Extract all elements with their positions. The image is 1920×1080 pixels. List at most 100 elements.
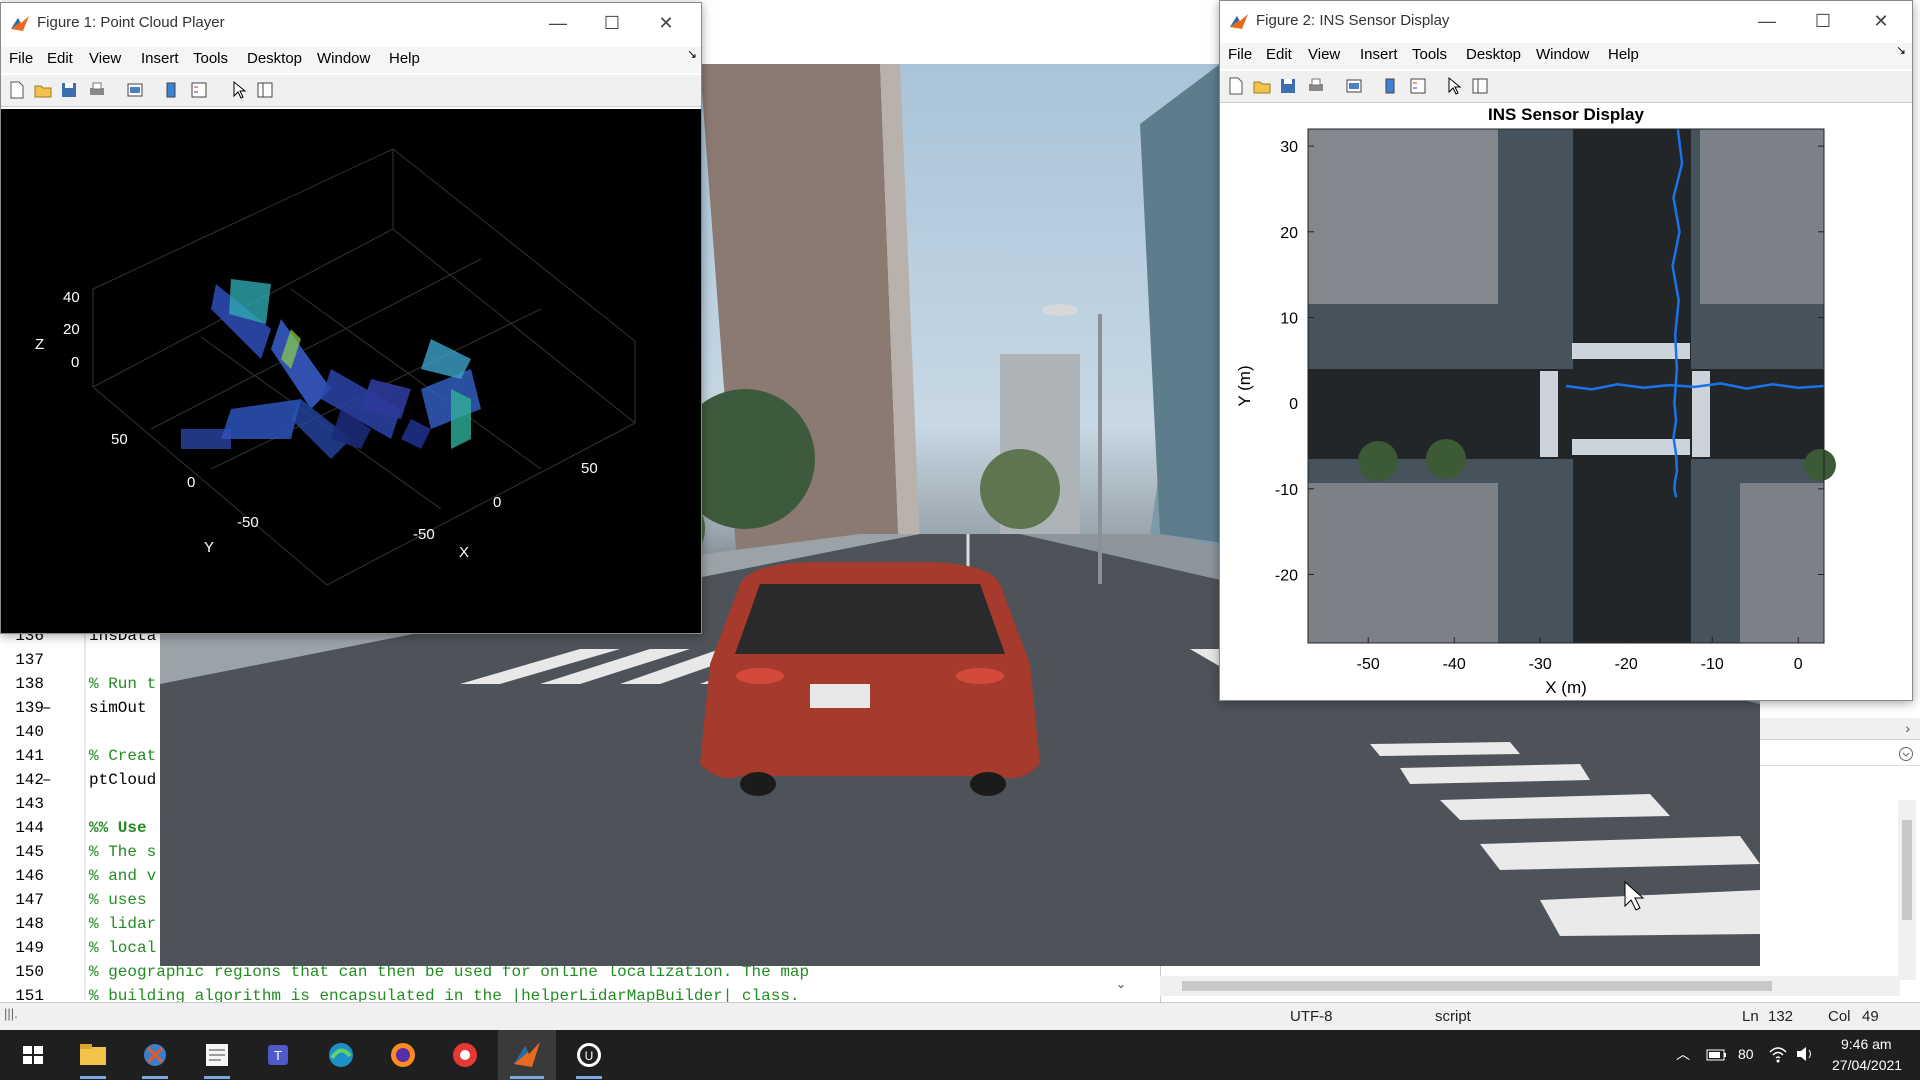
x-axis-label: X (m) — [1545, 678, 1587, 697]
status-bar: |||. UTF-8 script Ln 132 Col 49 — [0, 1002, 1920, 1030]
menu-file[interactable]: File — [1228, 46, 1252, 63]
matlab-taskbar-icon[interactable] — [498, 1030, 556, 1080]
pointer-icon[interactable] — [229, 80, 249, 100]
svg-text:U: U — [585, 1049, 594, 1063]
line-number: 139 — [15, 699, 44, 717]
notepad-icon[interactable] — [188, 1030, 246, 1080]
menu-tools[interactable]: Tools — [193, 50, 228, 67]
menu-desktop[interactable]: Desktop — [1466, 46, 1521, 63]
x-tick-0: 0 — [493, 494, 501, 511]
clock-date[interactable]: 27/04/2021 — [1832, 1057, 1902, 1073]
minimize-icon[interactable]: — — [535, 9, 581, 37]
chart-title: INS Sensor Display — [1488, 105, 1644, 124]
colorbar-icon[interactable] — [161, 80, 181, 100]
status-file-type: script — [1435, 1008, 1471, 1025]
menu-window[interactable]: Window — [317, 50, 370, 67]
line-number: 141 — [15, 747, 44, 765]
pointer-icon[interactable] — [1444, 76, 1464, 96]
edge-icon[interactable] — [312, 1030, 370, 1080]
firefox-icon[interactable] — [374, 1030, 432, 1080]
tree-center — [980, 449, 1060, 529]
volume-icon[interactable] — [1794, 1044, 1816, 1064]
menu-tools[interactable]: Tools — [1412, 46, 1447, 63]
colorbar-icon[interactable] — [1380, 76, 1400, 96]
panel-horizontal-scrollbar[interactable] — [1160, 976, 1900, 996]
teams-icon[interactable]: T — [250, 1030, 308, 1080]
save-icon[interactable] — [1278, 76, 1298, 96]
start-windows-icon[interactable] — [4, 1030, 62, 1080]
save-icon[interactable] — [59, 80, 79, 100]
z-tick-20: 20 — [63, 321, 80, 338]
menu-window[interactable]: Window — [1536, 46, 1589, 63]
dropdown-circle-icon[interactable] — [1898, 746, 1914, 762]
close-icon[interactable]: ✕ — [643, 9, 689, 37]
print-icon[interactable] — [87, 80, 107, 100]
open-icon[interactable] — [33, 80, 53, 100]
menu-edit[interactable]: Edit — [47, 50, 73, 67]
maximize-icon[interactable]: ☐ — [1800, 7, 1846, 35]
y-tick-label: -20 — [1275, 567, 1298, 584]
z-tick-40: 40 — [63, 289, 80, 306]
open-icon[interactable] — [1252, 76, 1272, 96]
property-editor-icon[interactable] — [255, 80, 275, 100]
figure1-titlebar[interactable]: Figure 1: Point Cloud Player — ☐ ✕ — [1, 3, 701, 43]
wifi-icon[interactable] — [1768, 1044, 1788, 1064]
point-cloud — [181, 279, 481, 459]
hscroll-thumb[interactable] — [1182, 981, 1772, 991]
print-icon[interactable] — [1306, 76, 1326, 96]
menu-view[interactable]: View — [89, 50, 121, 67]
y-tick-50: 50 — [111, 431, 128, 448]
figure2-toolbar — [1220, 71, 1912, 103]
menu-view[interactable]: View — [1308, 46, 1340, 63]
recorder-icon[interactable] — [436, 1030, 494, 1080]
file-explorer-icon[interactable] — [64, 1030, 122, 1080]
code-text: % lidar — [89, 915, 157, 933]
new-figure-icon[interactable] — [7, 80, 27, 100]
chevron-right-icon[interactable]: › — [1905, 720, 1910, 736]
figure2-window[interactable]: Figure 2: INS Sensor Display — ☐ ✕ File … — [1219, 0, 1913, 701]
dock-arrow-icon[interactable]: ↘ — [687, 47, 697, 61]
figure2-titlebar[interactable]: Figure 2: INS Sensor Display — ☐ ✕ — [1220, 1, 1912, 41]
legend-icon[interactable] — [189, 80, 209, 100]
code-text: %% Use — [89, 819, 147, 837]
unreal-engine-icon[interactable]: U — [560, 1030, 618, 1080]
figure1-toolbar — [1, 75, 701, 107]
status-ln-label: Ln — [1742, 1008, 1759, 1025]
code-text: % uses — [89, 891, 147, 909]
new-figure-icon[interactable] — [1226, 76, 1246, 96]
menu-help[interactable]: Help — [1608, 46, 1639, 63]
link-plot-icon[interactable] — [1344, 76, 1364, 96]
link-plot-icon[interactable] — [125, 80, 145, 100]
clock-time[interactable]: 9:46 am — [1841, 1036, 1892, 1052]
matlab-logo-icon — [11, 16, 29, 31]
breakpoint-dash[interactable]: – — [42, 768, 52, 792]
maximize-icon[interactable]: ☐ — [589, 9, 635, 37]
menu-file[interactable]: File — [9, 50, 33, 67]
code-text: simOut — [89, 699, 147, 717]
close-icon[interactable]: ✕ — [1858, 7, 1904, 35]
red-car — [700, 562, 1040, 796]
battery-icon[interactable] — [1706, 1047, 1728, 1063]
point-cloud-axes[interactable]: 40 20 0 Z 50 0 -50 Y 50 0 -50 X — [1, 109, 701, 633]
panel-vertical-scrollbar[interactable] — [1898, 800, 1916, 980]
menu-edit[interactable]: Edit — [1266, 46, 1292, 63]
minimize-icon[interactable]: — — [1744, 7, 1790, 35]
battery-percent: 80 — [1738, 1046, 1754, 1062]
breakpoint-dash[interactable]: – — [42, 696, 52, 720]
menu-insert[interactable]: Insert — [1360, 46, 1398, 63]
property-editor-icon[interactable] — [1470, 76, 1490, 96]
menu-help[interactable]: Help — [389, 50, 420, 67]
figure1-window[interactable]: Figure 1: Point Cloud Player — ☐ ✕ File … — [0, 2, 702, 634]
snipping-tool-icon[interactable] — [126, 1030, 184, 1080]
legend-icon[interactable] — [1408, 76, 1428, 96]
scrollbar-thumb[interactable] — [1902, 820, 1912, 920]
line-number: 150 — [15, 963, 44, 981]
ins-plot-area[interactable]: INS Sensor Display -20 -10 0 10 20 30 -5… — [1220, 103, 1912, 700]
tray-chevron-icon[interactable]: ︿ — [1676, 1044, 1690, 1064]
x-tick-neg50: -50 — [413, 526, 435, 543]
menu-desktop[interactable]: Desktop — [247, 50, 302, 67]
menu-insert[interactable]: Insert — [141, 50, 179, 67]
editor-scroll-down-icon[interactable]: ⌄ — [1112, 976, 1130, 996]
dock-arrow-icon[interactable]: ↘ — [1896, 43, 1906, 57]
ins-sensor-chart: INS Sensor Display -20-100102030 -50 -40… — [1235, 105, 1836, 697]
